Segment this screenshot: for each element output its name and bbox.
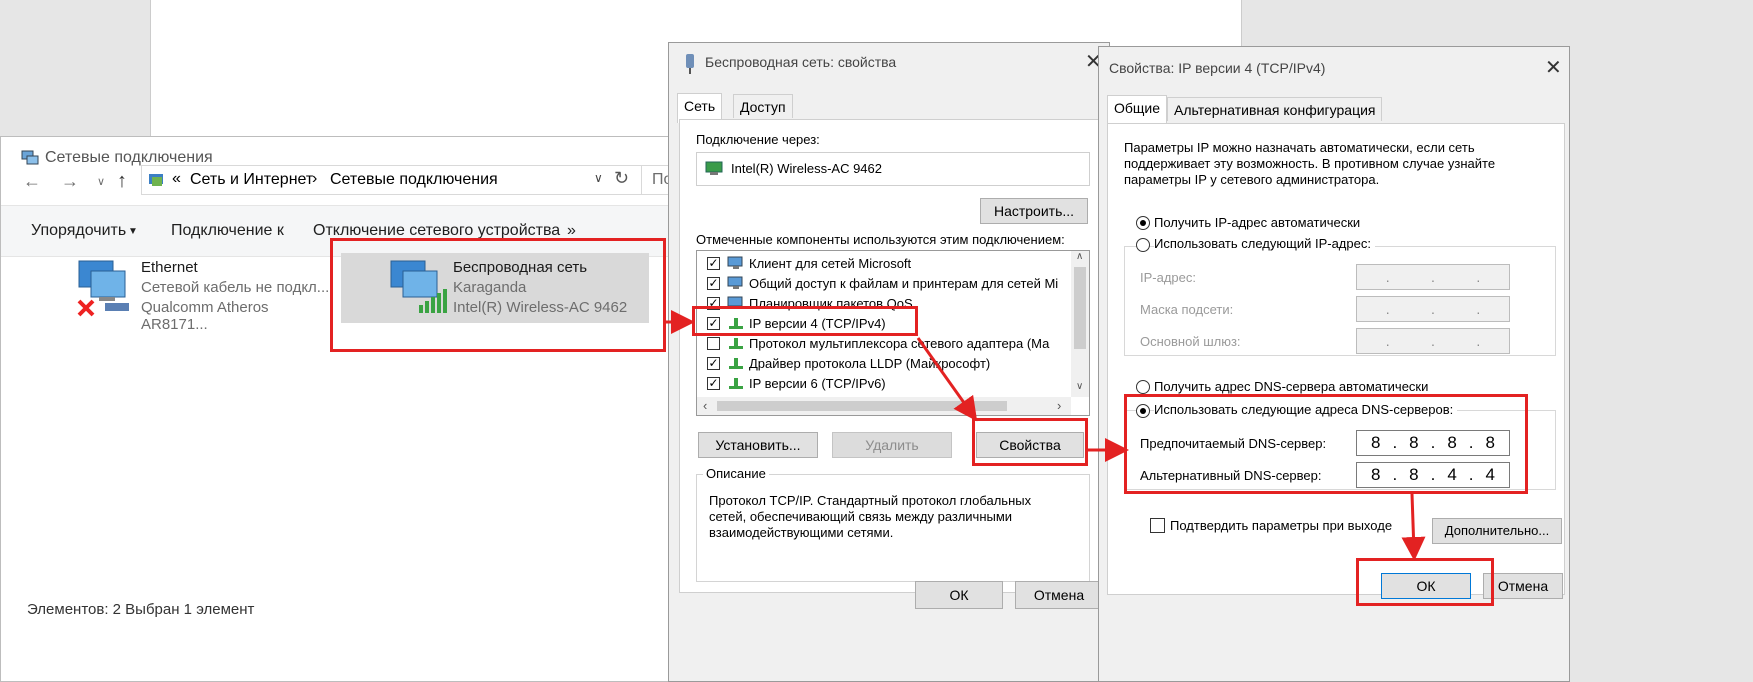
arrow-to-ok bbox=[1401, 493, 1426, 561]
annotation-arrows bbox=[666, 310, 1426, 561]
arrow-to-properties bbox=[916, 337, 978, 422]
